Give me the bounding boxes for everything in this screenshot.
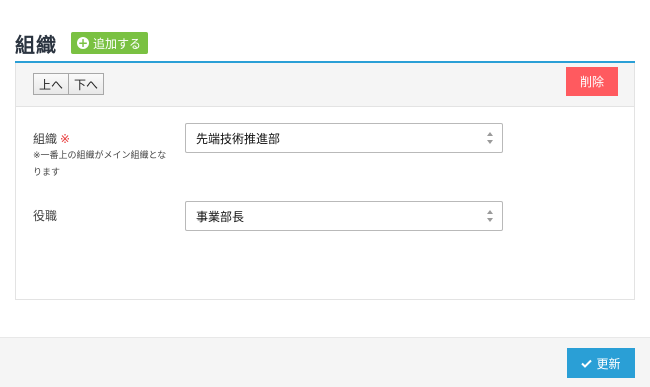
- section-header: 組織 + 追加する: [15, 28, 149, 58]
- add-organization-button[interactable]: + 追加する: [71, 32, 149, 54]
- update-button[interactable]: 更新: [567, 348, 635, 378]
- organization-label-text: 組織: [33, 132, 58, 146]
- page: 組織 + 追加する 上へ 下へ 削除 組織 ※ ※一番上の組織がメイン組織となりま…: [0, 0, 650, 387]
- organization-note: ※一番上の組織がメイン組織となります: [33, 151, 167, 178]
- plus-circle-icon: +: [77, 36, 89, 50]
- position-select-value: 事業部長: [196, 209, 245, 224]
- add-button-label: 追加する: [93, 36, 142, 51]
- panel-toolbar: 上へ 下へ 削除: [16, 63, 634, 107]
- move-up-button[interactable]: 上へ: [33, 73, 70, 95]
- organization-label: 組織 ※: [33, 130, 70, 147]
- organization-select[interactable]: 先端技術推進部: [185, 123, 503, 153]
- position-select[interactable]: 事業部長: [185, 201, 503, 231]
- page-title: 組織: [15, 32, 57, 57]
- footer-bar: 更新: [0, 337, 650, 387]
- organization-select-value: 先端技術推進部: [196, 131, 281, 146]
- move-down-button[interactable]: 下へ: [69, 73, 105, 95]
- organization-panel: 上へ 下へ 削除 組織 ※ ※一番上の組織がメイン組織となります 先端技術推進部 …: [15, 63, 635, 300]
- required-mark: ※: [60, 132, 71, 146]
- delete-button[interactable]: 削除: [566, 67, 618, 96]
- update-button-label: 更新: [596, 356, 621, 371]
- sort-arrows-icon: [487, 210, 493, 222]
- check-icon: [581, 359, 593, 368]
- sort-arrows-icon: [487, 132, 493, 144]
- position-label: 役職: [33, 209, 58, 223]
- move-button-group: 上へ 下へ: [33, 73, 105, 95]
